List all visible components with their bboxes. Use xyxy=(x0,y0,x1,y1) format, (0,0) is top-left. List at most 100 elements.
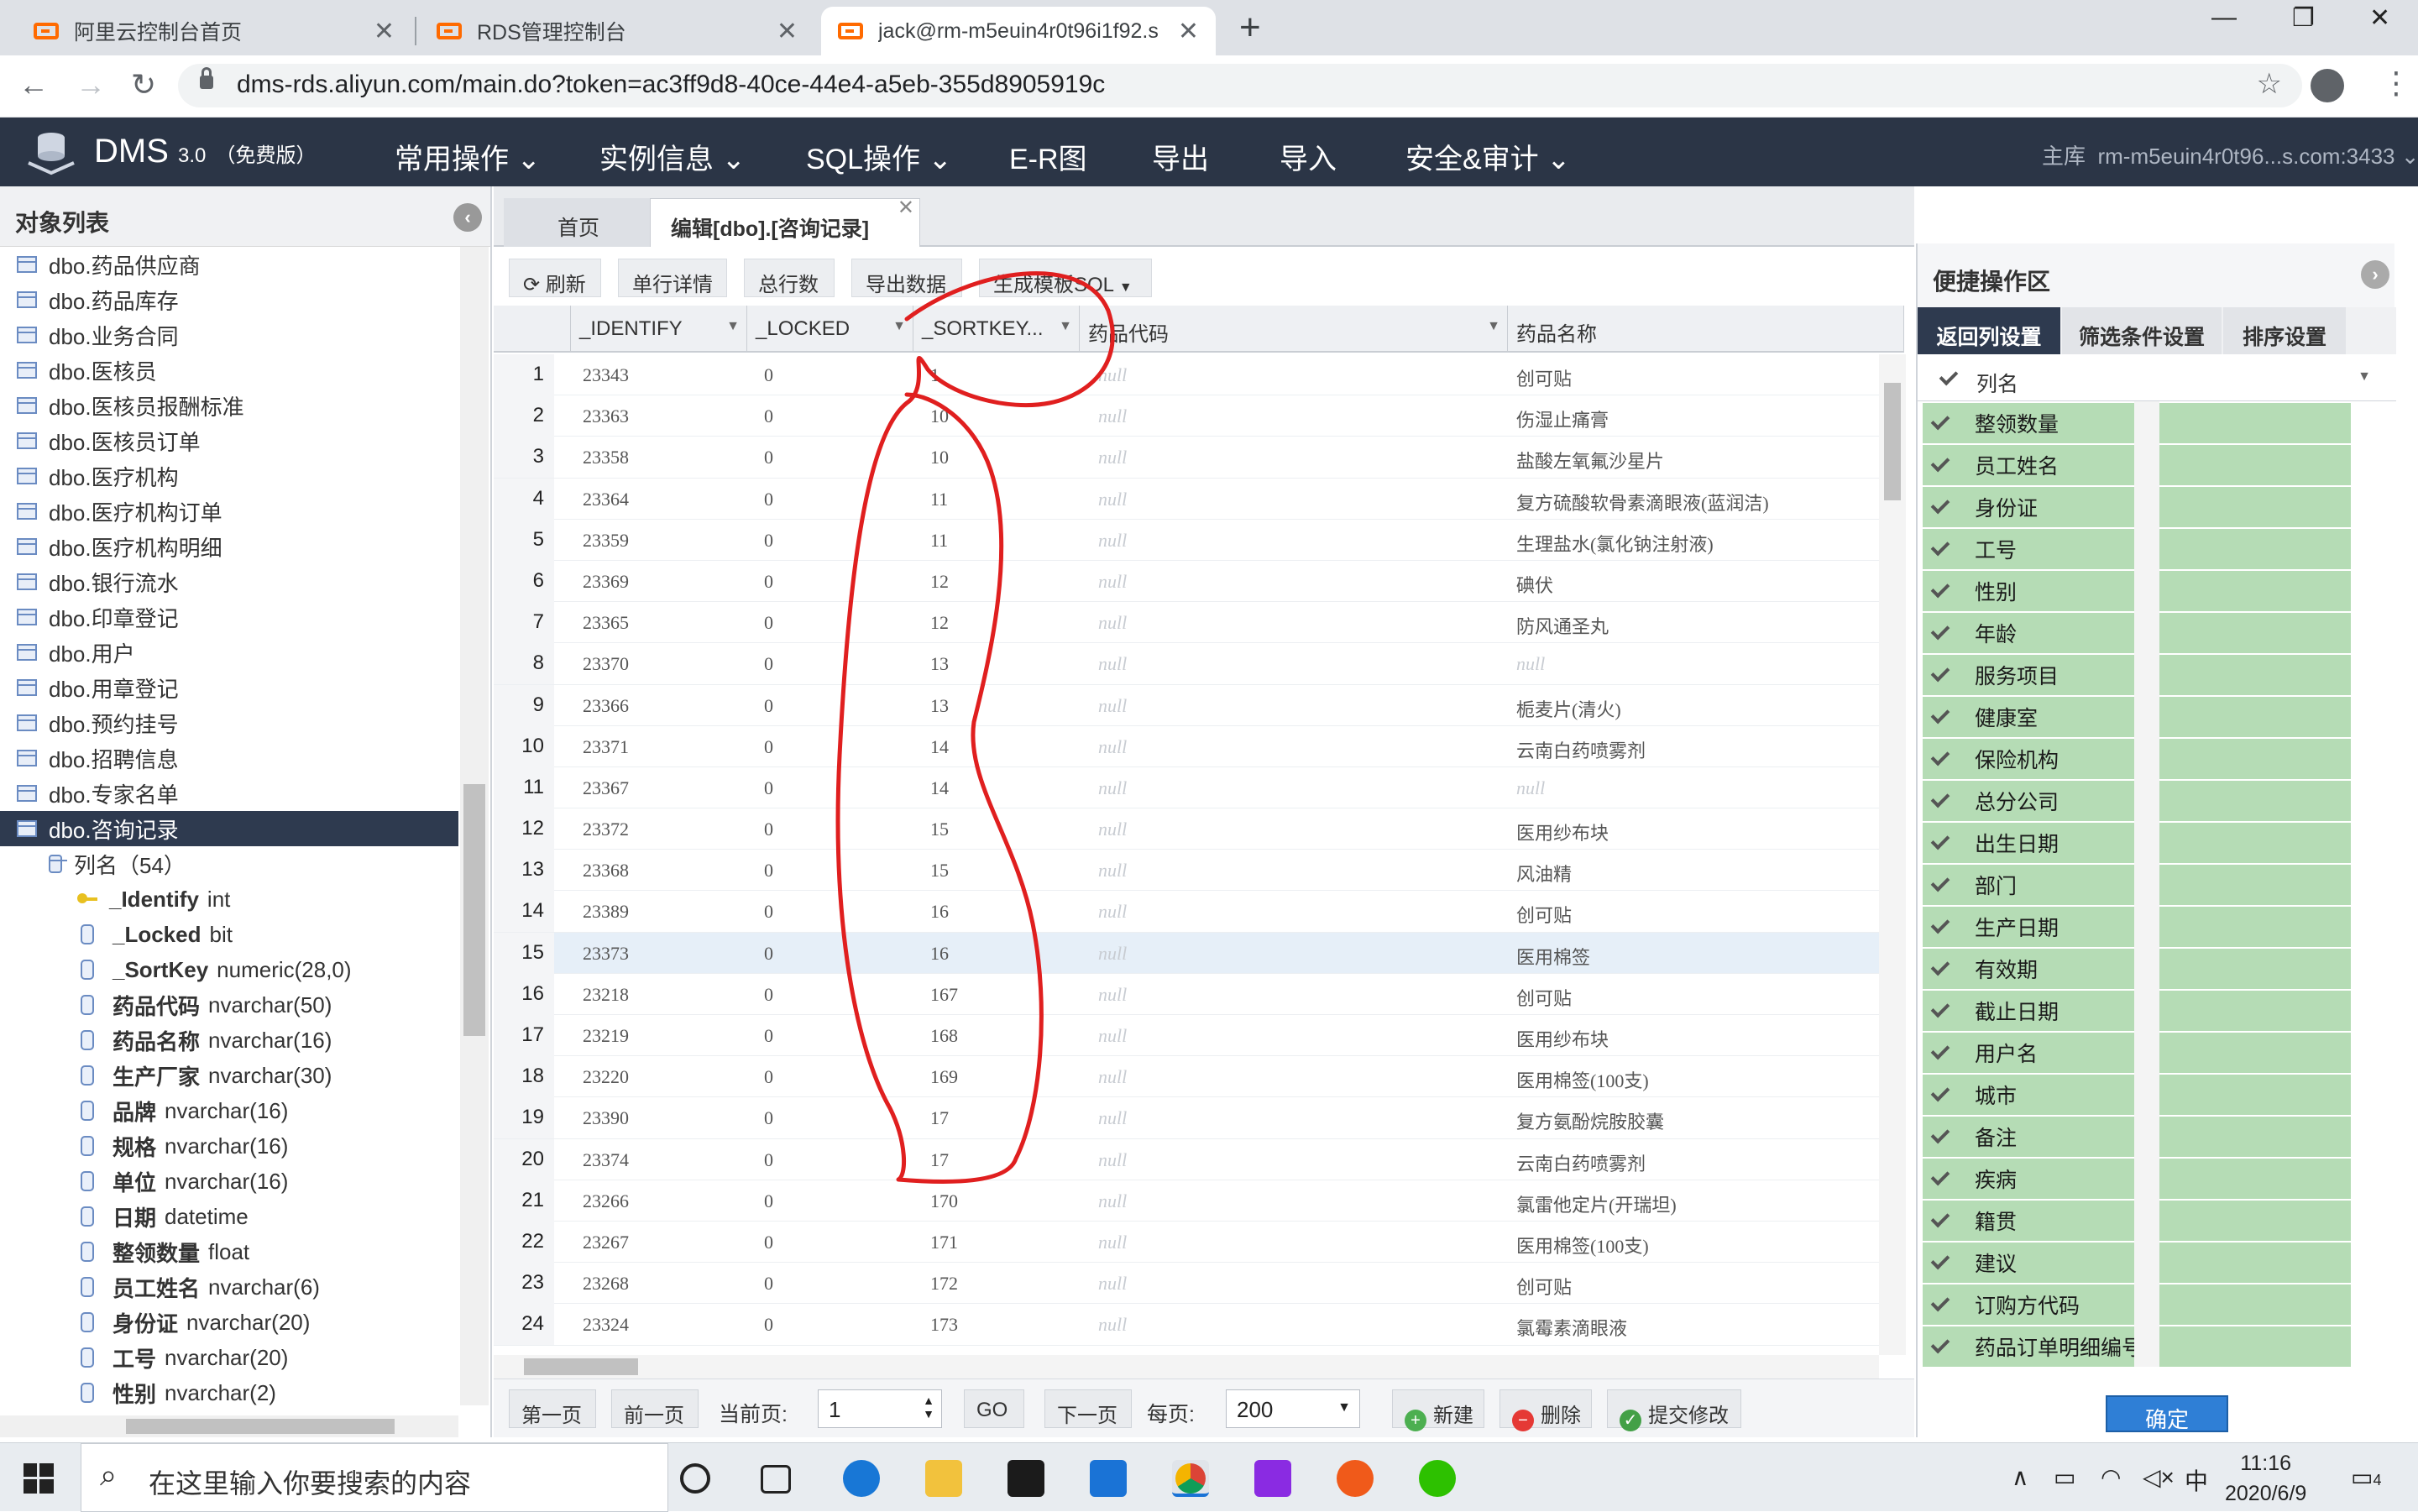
instance-selector[interactable]: 主库 rm-m5euin4r0t96...s.com:3433 ⌄ xyxy=(2042,139,2418,170)
cell-locked[interactable]: 0 xyxy=(764,1190,773,1212)
cell-drug-code[interactable]: null xyxy=(1098,819,1127,840)
cell-drug-name[interactable]: null xyxy=(1516,777,1545,799)
table-row[interactable]: 6 23369 0 12 null 碘伏 xyxy=(494,560,1879,603)
tree-table-item[interactable]: dbo.医疗机构订单 xyxy=(0,494,458,529)
close-icon[interactable]: ✕ xyxy=(1178,17,1199,46)
cell-sortkey[interactable]: 16 xyxy=(930,943,949,965)
table-row[interactable]: 19 23390 0 17 null 复方氨酚烷胺胶囊 xyxy=(494,1097,1879,1139)
cell-drug-name[interactable]: 创可贴 xyxy=(1516,984,1572,1011)
cell-identify[interactable]: 23219 xyxy=(583,1025,629,1047)
column-header[interactable]: 药品名称 xyxy=(1508,306,1904,353)
cell-identify[interactable]: 23370 xyxy=(583,653,629,675)
wechat-icon[interactable] xyxy=(1419,1460,1456,1497)
checkbox-checked-icon[interactable] xyxy=(1931,876,1950,894)
browser-menu-icon[interactable]: ⋮ xyxy=(2381,65,2411,101)
table-row[interactable]: 16 23218 0 167 null 创可贴 xyxy=(494,973,1879,1015)
prev-page-button[interactable]: 前一页 xyxy=(611,1389,699,1428)
cell-identify[interactable]: 23374 xyxy=(583,1149,629,1171)
dropdown-arrow-icon[interactable]: ▼ xyxy=(892,319,906,334)
cell-locked[interactable]: 0 xyxy=(764,1025,773,1047)
cell-identify[interactable]: 23220 xyxy=(583,1066,629,1088)
cell-drug-code[interactable]: null xyxy=(1098,1066,1127,1088)
checkbox-checked-icon[interactable] xyxy=(1931,1337,1950,1356)
cell-sortkey[interactable]: 15 xyxy=(930,860,949,882)
cell-identify[interactable]: 23268 xyxy=(583,1273,629,1295)
cell-drug-name[interactable]: 氯雷他定片(开瑞坦) xyxy=(1516,1190,1677,1217)
checkbox-checked-icon[interactable] xyxy=(1931,1253,1950,1272)
tree-horizontal-scrollbar[interactable] xyxy=(0,1415,458,1437)
cell-locked[interactable]: 0 xyxy=(764,943,773,965)
tree-table-item[interactable]: dbo.医核员 xyxy=(0,353,458,388)
cell-identify[interactable]: 23367 xyxy=(583,777,629,799)
first-page-button[interactable]: 第一页 xyxy=(509,1389,596,1428)
cell-drug-name[interactable]: 创可贴 xyxy=(1516,364,1572,391)
cell-drug-code[interactable]: null xyxy=(1098,530,1127,552)
cell-drug-name[interactable]: 伤湿止痛膏 xyxy=(1516,405,1609,432)
cell-drug-code[interactable]: null xyxy=(1098,653,1127,675)
checkbox-checked-icon[interactable] xyxy=(1931,834,1950,852)
delete-row-button[interactable]: − 删除 xyxy=(1499,1389,1592,1431)
cell-sortkey[interactable]: 13 xyxy=(930,653,949,675)
go-button[interactable]: GO xyxy=(964,1389,1024,1428)
reload-button[interactable]: ↻ xyxy=(131,67,156,102)
column-header[interactable]: 药品代码 ▼ xyxy=(1080,306,1508,353)
cell-sortkey[interactable]: 167 xyxy=(930,984,958,1006)
edge-icon[interactable] xyxy=(843,1460,880,1497)
column-header[interactable]: _SORTKEY... ▼ xyxy=(913,306,1080,353)
cell-sortkey[interactable]: 171 xyxy=(930,1232,958,1253)
table-row[interactable]: 7 23365 0 12 null 防风通圣丸 xyxy=(494,602,1879,644)
table-row[interactable]: 23 23268 0 172 null 创可贴 xyxy=(494,1263,1879,1305)
current-page-input[interactable]: 1 ▲ ▼ xyxy=(818,1389,942,1428)
cell-identify[interactable]: 23372 xyxy=(583,819,629,840)
cell-locked[interactable]: 0 xyxy=(764,530,773,552)
cell-locked[interactable]: 0 xyxy=(764,901,773,923)
file-explorer-icon[interactable] xyxy=(925,1460,962,1497)
cell-drug-code[interactable]: null xyxy=(1098,1273,1127,1295)
cell-drug-name[interactable]: 医用棉签(100支) xyxy=(1516,1232,1649,1258)
tree-column-item[interactable]: _Locked bit xyxy=(0,917,458,952)
checkbox-checked-icon[interactable] xyxy=(1931,666,1950,684)
tab-edit-table[interactable]: 编辑[dbo].[咨询记录] ✕ xyxy=(650,196,920,247)
tree-vertical-scrollbar[interactable] xyxy=(460,247,489,1405)
cell-locked[interactable]: 0 xyxy=(764,1107,773,1129)
tab-return-columns[interactable]: 返回列设置 xyxy=(1918,307,2060,354)
scrollbar-thumb[interactable] xyxy=(463,784,485,1036)
cell-sortkey[interactable]: 10 xyxy=(930,405,949,427)
tree-column-item[interactable]: _Identify int xyxy=(0,882,458,917)
scrollbar-thumb[interactable] xyxy=(1884,383,1901,500)
cell-sortkey[interactable]: 13 xyxy=(930,695,949,717)
export-data-button[interactable]: 导出数据 xyxy=(851,259,962,297)
table-row[interactable]: 24 23324 0 173 null 氯霉素滴眼液 xyxy=(494,1304,1879,1346)
tree-column-item[interactable]: 药品名称 nvarchar(16) xyxy=(0,1023,458,1058)
cell-identify[interactable]: 23368 xyxy=(583,860,629,882)
tree-columns-folder[interactable]: 列名（54） xyxy=(0,846,458,882)
close-icon[interactable]: ✕ xyxy=(777,17,798,46)
table-row[interactable]: 10 23371 0 14 null 云南白药喷雾剂 xyxy=(494,725,1879,767)
tree-table-item-selected[interactable]: dbo.咨询记录 xyxy=(0,811,458,846)
tree-table-item[interactable]: dbo.业务合同 xyxy=(0,317,458,353)
cell-sortkey[interactable]: 17 xyxy=(930,1149,949,1171)
profile-avatar[interactable] xyxy=(2311,69,2344,102)
checkbox-checked-icon[interactable] xyxy=(1931,624,1950,642)
cell-locked[interactable]: 0 xyxy=(764,777,773,799)
cell-locked[interactable]: 0 xyxy=(764,1273,773,1295)
dropdown-arrow-icon[interactable]: ▼ xyxy=(1487,319,1500,334)
back-button[interactable]: ← xyxy=(18,67,49,102)
tree-table-item[interactable]: dbo.药品库存 xyxy=(0,282,458,317)
menu-sql-ops[interactable]: SQL操作 ⌄ xyxy=(806,136,952,177)
cell-drug-name[interactable]: 盐酸左氧氟沙星片 xyxy=(1516,447,1664,473)
next-page-button[interactable]: 下一页 xyxy=(1044,1389,1132,1428)
cell-locked[interactable]: 0 xyxy=(764,364,773,386)
browser-tab-console-home[interactable]: 阿里云控制台首页 ✕ xyxy=(17,7,411,55)
commit-changes-button[interactable]: ✓ 提交修改 xyxy=(1607,1389,1741,1431)
cell-locked[interactable]: 0 xyxy=(764,405,773,427)
tree-table-item[interactable]: dbo.医疗机构 xyxy=(0,458,458,494)
cell-identify[interactable]: 23363 xyxy=(583,405,629,427)
menu-security-audit[interactable]: 安全&审计 ⌄ xyxy=(1405,136,1571,177)
total-rows-button[interactable]: 总行数 xyxy=(744,259,835,297)
cell-identify[interactable]: 23364 xyxy=(583,489,629,510)
cell-drug-name[interactable]: 复方氨酚烷胺胶囊 xyxy=(1516,1107,1664,1134)
checkbox-checked-icon[interactable] xyxy=(1931,918,1950,936)
new-row-button[interactable]: + 新建 xyxy=(1392,1389,1484,1431)
cell-drug-name[interactable]: 医用纱布块 xyxy=(1516,1025,1609,1052)
